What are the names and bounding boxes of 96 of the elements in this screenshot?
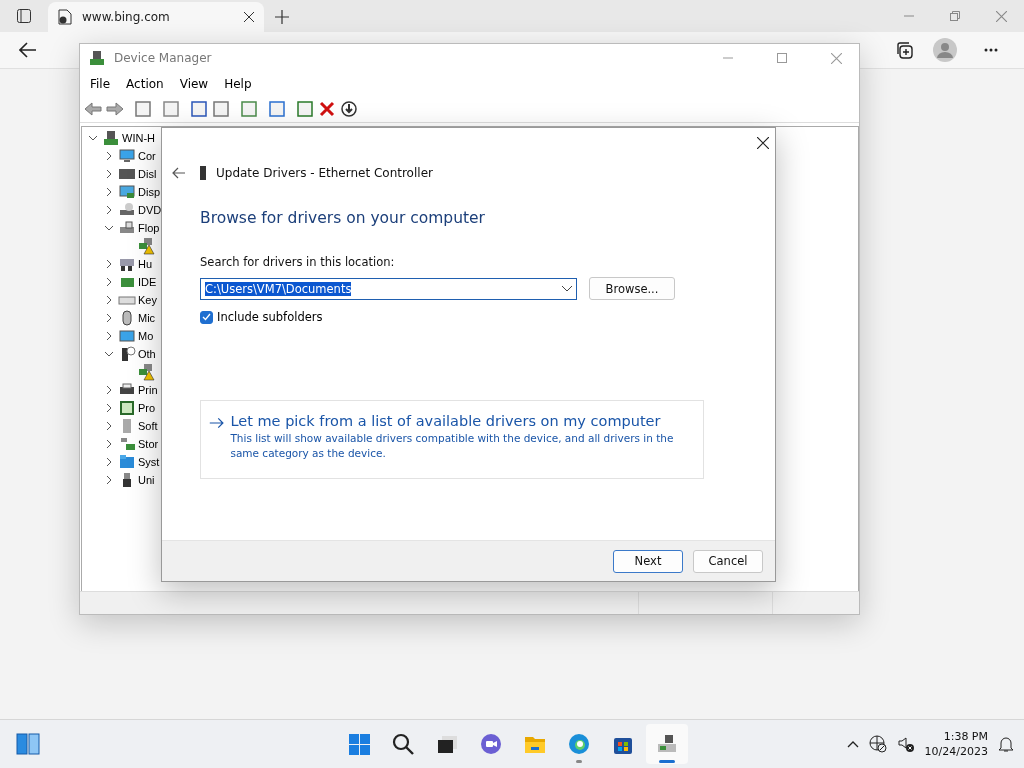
tree-item[interactable]: Soft [138,420,158,432]
location-combo-box[interactable]: C:\Users\VM7\Documents [200,277,577,300]
device-icon [88,49,106,67]
globe-offline-icon[interactable] [868,735,887,753]
chevron-up-icon[interactable] [846,740,859,748]
device-icon [102,129,120,147]
new-tab-icon[interactable] [275,10,289,24]
chevron-right-icon [105,404,113,412]
window-title: Device Manager [114,51,213,65]
device-icon [118,453,136,471]
menu-item[interactable]: Help [218,75,258,93]
tree-item[interactable]: Mic [138,312,156,324]
back-arrow-icon[interactable] [172,167,186,179]
profile-avatar [933,38,957,62]
ethernet-device-icon [198,165,208,181]
tree-item[interactable]: Key [138,294,157,306]
browser-tab[interactable]: www.bing.com [48,2,264,32]
tree-item[interactable]: DVD [138,204,162,216]
tree-item[interactable]: Pro [138,402,156,414]
tree-item[interactable]: Flop [138,222,160,234]
chevron-right-icon [105,440,113,448]
tree-item[interactable]: Disl [138,168,157,180]
chevron-right-icon [105,332,113,340]
menu-item[interactable]: Action [120,75,170,93]
close-icon [244,12,254,22]
search-icon [391,732,415,756]
chevron-right-icon [105,188,113,196]
tree-expander[interactable] [86,134,100,142]
device-icon [118,327,136,345]
menu-item[interactable]: File [84,75,117,93]
chevron-right-icon [105,206,113,214]
more-icon [984,48,998,52]
chevron-right-icon [105,260,113,268]
dialog-title: Update Drivers - Ethernet Controller [216,166,433,180]
menu-item[interactable]: View [173,75,215,93]
cancel-button[interactable]: Cancel [693,549,763,573]
running-indicator [576,760,582,763]
collections-icon [895,41,913,59]
close-icon[interactable] [757,137,769,149]
tree-expander[interactable] [102,224,116,232]
back-arrow-icon [19,42,37,58]
tree-item[interactable]: Oth [138,348,156,360]
right-arrow-icon [209,416,225,430]
chevron-right-icon [105,386,113,394]
next-button[interactable]: Next [613,549,683,573]
tree-item[interactable]: Hu [138,258,153,270]
dropdown-caret-icon [562,285,572,292]
device-icon [118,435,136,453]
toolbar-icon[interactable] [340,100,358,118]
chevron-right-icon [105,296,113,304]
close-icon [995,10,1007,22]
tree-item[interactable]: Uni [138,474,155,486]
checkbox[interactable] [200,310,213,324]
tree-item[interactable]: Cor [138,150,156,162]
tree-item[interactable]: Syst [138,456,160,468]
chevron-right-icon [105,422,113,430]
device-icon [118,147,136,165]
device-icon [118,399,136,417]
toolbar-icon[interactable] [318,100,336,118]
start-icon [347,732,371,756]
widgets-icon[interactable] [16,733,40,755]
tree-item[interactable]: Disp [138,186,160,198]
chevron-down-icon [89,134,97,142]
close-icon [830,52,842,64]
pick-driver-option[interactable]: Let me pick from a list of available drivers on my computer This list will show available drivers compatible with the device, and all drivers in the same category as the device. [200,400,704,479]
option-title: Let me pick from a list of available drivers on my computer [230,413,662,429]
device-icon [118,183,136,201]
chevron-right-icon [105,314,113,322]
edge-icon [567,732,591,756]
speaker-muted-icon[interactable] [896,735,915,753]
chat-icon [479,732,503,756]
option-description: This list will show available drivers compatible with the device, and all drivers in the same category as the device. [230,431,675,461]
maximize-icon [777,53,787,63]
tree-item[interactable]: IDE [138,276,157,288]
chevron-right-icon [105,152,113,160]
notification-bell-icon[interactable] [998,735,1014,753]
page-icon [58,9,72,25]
chevron-down-icon [105,350,113,358]
chevron-right-icon [105,458,113,466]
tab-actions-icon [17,9,31,23]
tree-item[interactable]: Prin [138,384,158,396]
chevron-right-icon [105,170,113,178]
chevron-down-icon [105,224,113,232]
tree-item[interactable]: WIN-H [122,132,155,144]
tree-item[interactable]: Mo [138,330,154,342]
field-label: Search for drivers in this location: [200,255,396,269]
chevron-right-icon [105,476,113,484]
tree-item[interactable]: Stor [138,438,159,450]
dialog-heading: Browse for drivers on your computer [200,209,486,227]
checkbox-label: Include subfolders [217,310,323,324]
browse-button[interactable]: Browse... [589,277,675,300]
tree-expander[interactable] [102,350,116,358]
running-indicator [659,760,675,763]
chevron-right-icon [105,278,113,286]
clock[interactable]: 1:38 PM 10/24/2023 [924,730,988,758]
restore-icon [950,11,960,21]
